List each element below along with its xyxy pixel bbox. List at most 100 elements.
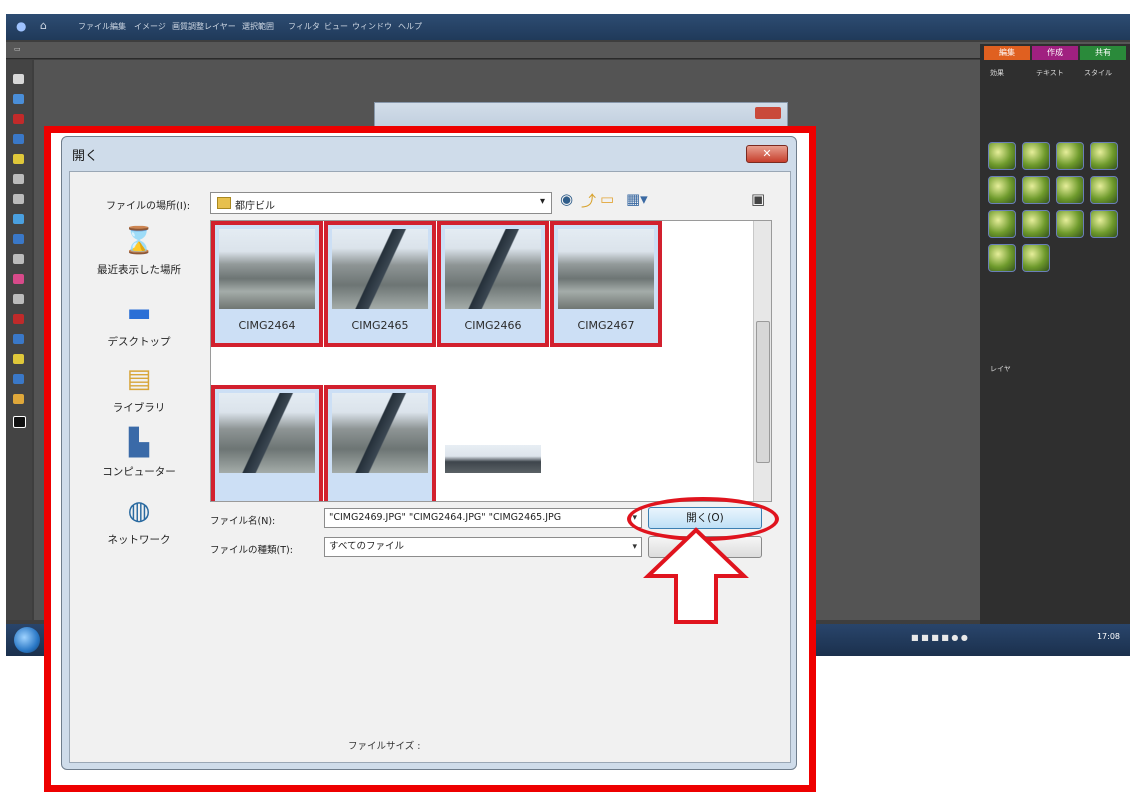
menu-view[interactable]: ビュー bbox=[324, 21, 348, 32]
look-in-label: ファイルの場所(I): bbox=[106, 201, 191, 212]
tool-icon[interactable] bbox=[13, 174, 24, 184]
preview-toggle-icon[interactable]: ▣ bbox=[751, 190, 765, 208]
file-list-view[interactable]: CIMG2464 CIMG2465 CIMG2466 CIMG2467 bbox=[210, 220, 772, 502]
file-item-cimg2466[interactable]: CIMG2466 bbox=[437, 221, 549, 347]
tool-icon[interactable] bbox=[13, 334, 24, 344]
effect-thumbnail[interactable] bbox=[988, 210, 1016, 238]
open-file-dialog: 開く ✕ ファイルの場所(I): 都庁ビル ▾ ◉ ⤴ ▭ ▦▾ ▣ ⌛ 最近表… bbox=[61, 136, 797, 770]
file-item[interactable] bbox=[437, 385, 549, 501]
panel-tab-edit[interactable]: 編集 bbox=[984, 46, 1030, 60]
file-name: CIMG2465 bbox=[351, 319, 409, 332]
effect-thumbnail[interactable] bbox=[1056, 142, 1084, 170]
vertical-scrollbar[interactable] bbox=[753, 221, 771, 501]
photo-thumbnail bbox=[219, 229, 315, 309]
tool-icon[interactable] bbox=[13, 134, 24, 144]
panel-tab-share[interactable]: 共有 bbox=[1080, 46, 1126, 60]
effect-thumbnail[interactable] bbox=[1022, 244, 1050, 272]
menu-filter[interactable]: フィルタ bbox=[288, 21, 320, 32]
effect-thumbnail[interactable] bbox=[988, 176, 1016, 204]
effect-thumbnail[interactable] bbox=[988, 244, 1016, 272]
taskbar-clock: 17:08 bbox=[1096, 632, 1120, 641]
system-tray-icons: ■ ■ ■ ■ ● ● bbox=[911, 633, 968, 642]
tool-icon[interactable] bbox=[13, 214, 24, 224]
layers-panel-label: レイヤ bbox=[990, 365, 1011, 373]
tool-icon[interactable] bbox=[13, 74, 24, 84]
menu-help[interactable]: ヘルプ bbox=[398, 21, 422, 32]
place-desktop[interactable]: ▬ デスクトップ bbox=[84, 298, 194, 349]
close-icon[interactable] bbox=[755, 107, 781, 119]
effect-thumbnail[interactable] bbox=[1090, 142, 1118, 170]
effect-thumbnail[interactable] bbox=[1022, 176, 1050, 204]
chevron-down-icon[interactable]: ▾ bbox=[540, 196, 545, 207]
file-item[interactable] bbox=[324, 385, 436, 501]
filename-input[interactable]: "CIMG2469.JPG" "CIMG2464.JPG" "CIMG2465.… bbox=[324, 508, 642, 528]
computer-icon: ▙ bbox=[129, 428, 149, 458]
menu-layer[interactable]: レイヤー bbox=[204, 21, 236, 32]
new-folder-icon[interactable]: ▭ bbox=[600, 190, 614, 208]
filename-value: "CIMG2469.JPG" "CIMG2464.JPG" "CIMG2465.… bbox=[329, 512, 562, 523]
annotation-arrow-icon bbox=[643, 527, 749, 624]
effect-thumbnail[interactable] bbox=[988, 142, 1016, 170]
file-item-cimg2464[interactable]: CIMG2464 bbox=[211, 221, 323, 347]
effect-thumbnail[interactable] bbox=[1056, 210, 1084, 238]
toolbox bbox=[6, 60, 32, 620]
file-name: CIMG2467 bbox=[577, 319, 635, 332]
folder-icon bbox=[217, 197, 231, 209]
network-icon: ◍ bbox=[127, 496, 151, 526]
tool-icon[interactable] bbox=[13, 394, 24, 404]
effect-thumbnail[interactable] bbox=[1090, 176, 1118, 204]
file-item-cimg2467[interactable]: CIMG2467 bbox=[550, 221, 662, 347]
panel-tab-create[interactable]: 作成 bbox=[1032, 46, 1078, 60]
foreground-color-icon[interactable] bbox=[13, 416, 26, 428]
tool-icon[interactable] bbox=[13, 194, 24, 204]
file-item[interactable] bbox=[211, 385, 323, 501]
up-folder-icon[interactable]: ⤴ bbox=[581, 190, 596, 211]
panel-sub-text[interactable]: テキスト bbox=[1036, 68, 1064, 78]
tool-icon[interactable] bbox=[13, 94, 24, 104]
scrollbar-thumb[interactable] bbox=[756, 321, 770, 463]
start-button-icon[interactable] bbox=[14, 627, 40, 653]
tool-icon[interactable] bbox=[13, 114, 24, 124]
tool-icon[interactable] bbox=[13, 354, 24, 364]
tool-icon[interactable] bbox=[13, 374, 24, 384]
panel-sub-effects[interactable]: 効果 bbox=[990, 68, 1004, 78]
chevron-down-icon[interactable]: ▾ bbox=[632, 538, 637, 556]
file-item-cimg2465[interactable]: CIMG2465 bbox=[324, 221, 436, 347]
home-icon[interactable]: ⌂ bbox=[40, 19, 47, 32]
place-network[interactable]: ◍ ネットワーク bbox=[84, 496, 194, 547]
file-name: CIMG2466 bbox=[464, 319, 522, 332]
place-computer[interactable]: ▙ コンピューター bbox=[84, 428, 194, 479]
desktop-icon: ▬ bbox=[126, 298, 152, 328]
place-recent[interactable]: ⌛ 最近表示した場所 bbox=[84, 226, 194, 277]
view-menu-icon[interactable]: ▦▾ bbox=[626, 190, 648, 208]
filetype-select[interactable]: すべてのファイル ▾ bbox=[324, 537, 642, 557]
tool-icon[interactable] bbox=[13, 294, 24, 304]
place-libraries[interactable]: ▤ ライブラリ bbox=[84, 364, 194, 415]
options-bar-tool: ▭ bbox=[14, 45, 21, 53]
effect-thumbnail[interactable] bbox=[1022, 142, 1050, 170]
menu-bar: ● ⌂ ファイル 編集 イメージ 画質調整 レイヤー 選択範囲 フィルタ ビュー… bbox=[6, 14, 1130, 40]
tool-icon[interactable] bbox=[13, 154, 24, 164]
menu-image[interactable]: イメージ bbox=[134, 21, 166, 32]
photo-thumbnail bbox=[219, 393, 315, 473]
close-button[interactable]: ✕ bbox=[746, 145, 788, 163]
menu-select[interactable]: 選択範囲 bbox=[242, 21, 274, 32]
effect-thumbnail[interactable] bbox=[1090, 210, 1118, 238]
effect-thumbnail[interactable] bbox=[1056, 176, 1084, 204]
look-in-combobox[interactable]: 都庁ビル ▾ bbox=[210, 192, 552, 214]
menu-enhance[interactable]: 画質調整 bbox=[172, 21, 204, 32]
back-icon[interactable]: ◉ bbox=[560, 190, 573, 208]
panel-sub-style[interactable]: スタイル bbox=[1084, 68, 1112, 78]
tool-icon[interactable] bbox=[13, 314, 24, 324]
panel-bin: 編集 作成 共有 効果 テキスト スタイル レイヤ bbox=[980, 44, 1130, 634]
tool-icon[interactable] bbox=[13, 274, 24, 284]
menu-window[interactable]: ウィンドウ bbox=[352, 21, 392, 32]
tool-icon[interactable] bbox=[13, 234, 24, 244]
menu-file[interactable]: ファイル bbox=[78, 21, 110, 32]
dialog-title: 開く bbox=[72, 149, 99, 164]
effect-thumbnail[interactable] bbox=[1022, 210, 1050, 238]
menu-edit[interactable]: 編集 bbox=[110, 21, 126, 32]
tool-icon[interactable] bbox=[13, 254, 24, 264]
file-name: CIMG2464 bbox=[238, 319, 296, 332]
look-in-value: 都庁ビル bbox=[235, 201, 275, 212]
